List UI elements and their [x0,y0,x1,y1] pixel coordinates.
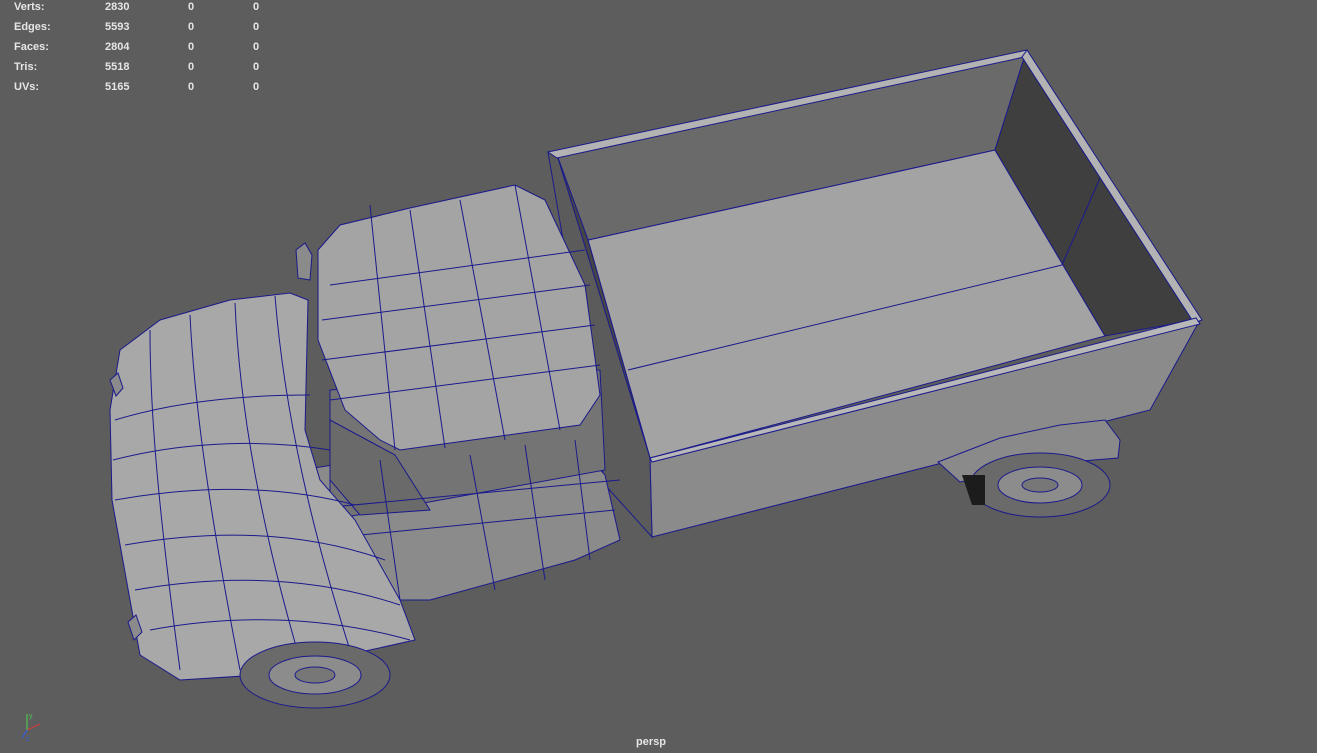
hud-value: 0 [253,61,260,73]
hud-value: 0 [188,81,195,93]
hud-value: 2804 [105,41,130,53]
front-wheel-hub [294,666,336,684]
hud-value: 0 [188,1,195,13]
hud-label: Tris: [14,61,38,73]
hud-value: 0 [188,41,195,53]
front-axle-group[interactable] [239,641,391,709]
rear-axle-shadow [962,475,985,505]
hud-value: 0 [188,21,195,33]
truck-mesh-wireframe[interactable] [0,0,1317,753]
hud-label: Verts: [14,1,45,13]
hud-value: 0 [253,21,260,33]
hud-label: Edges: [14,21,51,33]
rear-wheel-hub [1021,477,1059,493]
camera-name-label: persp [636,736,666,748]
truck-bed[interactable] [546,49,1203,539]
hud-value: 0 [253,41,260,53]
hud-label: Faces: [14,41,49,53]
hud-value: 0 [253,1,260,13]
hud-value: 2830 [105,1,130,13]
x-axis-line [26,723,41,731]
hud-value: 5165 [105,81,130,93]
hud-value: 5518 [105,61,130,73]
perspective-viewport[interactable]: Verts: 2830 0 0 Edges: 5593 0 0 Faces: 2… [0,0,1317,753]
y-axis-label: y [29,713,33,720]
hud-value: 0 [253,81,260,93]
side-mirror [295,242,313,281]
hud-label: UVs: [14,81,40,93]
hud-value: 5593 [105,21,130,33]
cab-roof [317,184,601,451]
hud-value: 0 [188,61,195,73]
